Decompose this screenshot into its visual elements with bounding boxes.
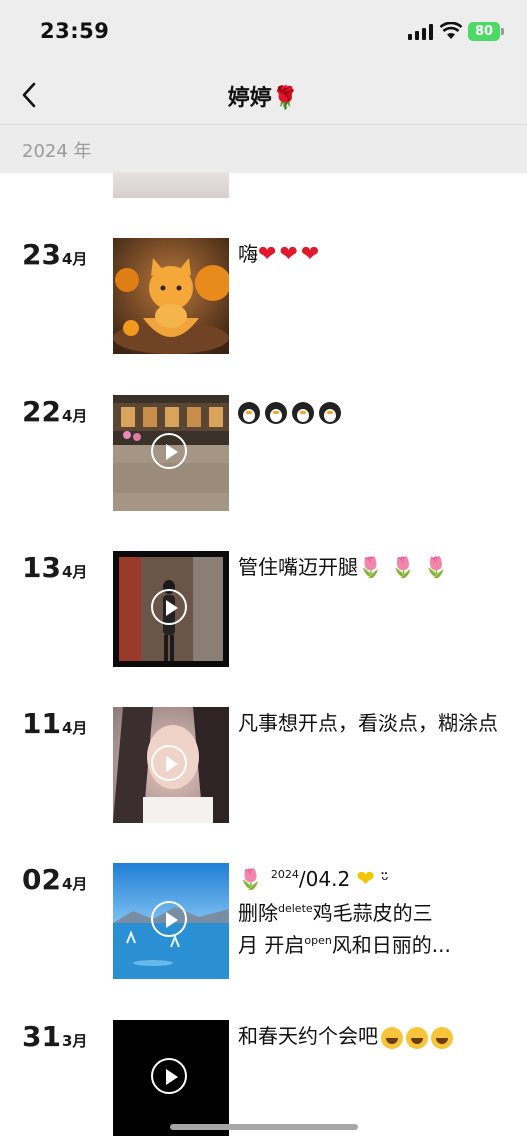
caption-text: 管住嘴迈开腿: [238, 555, 358, 579]
post-caption: 🌷 2024/04.2 ❤ ᵕ̈ 删除delete鸡毛蒜皮的三 月 开启open风…: [238, 863, 508, 961]
year-header: 2024 年: [0, 124, 527, 173]
page-title-text: 婷婷: [227, 86, 272, 111]
previous-post-thumbnail[interactable]: [113, 172, 229, 198]
feed-post: 024月 🌷 2024/04.2 ❤ ᵕ̈ 删除delete鸡毛蒜皮的三 月 开…: [0, 863, 527, 981]
tulip-emoji-icon: 🌷: [423, 555, 449, 579]
post-month: 4月: [61, 875, 88, 893]
tulip-emoji-icon: 🌷: [358, 555, 383, 579]
post-caption: 嗨❤ ❤ ❤: [238, 238, 508, 271]
post-month: 4月: [61, 250, 88, 268]
post-month: 4月: [61, 407, 88, 425]
red-heart-icon: ❤: [300, 242, 320, 267]
home-indicator[interactable]: [170, 1124, 358, 1130]
caption-line-1: 🌷 2024/04.2 ❤ ᵕ̈: [238, 863, 508, 897]
feed-post: 114月 凡事想开点，看淡点，糊涂点: [0, 707, 527, 825]
caption-text: 凡事想开点，看淡点，糊涂点: [238, 711, 498, 735]
caption-line-3: 月 开启open风和日丽的...: [238, 929, 508, 961]
caption-text: 风和日丽的...: [331, 933, 451, 957]
battery-icon: 80: [468, 22, 500, 41]
feed-post: 134月 管住嘴迈开腿🌷 🌷 🌷: [0, 551, 527, 669]
page-title: 婷婷🌹: [0, 80, 527, 112]
play-icon: [151, 745, 187, 781]
post-day: 31: [22, 1020, 61, 1053]
post-day: 13: [22, 551, 61, 584]
caption-text: 删除: [238, 901, 278, 925]
post-day: 23: [22, 238, 61, 271]
yellow-heart-icon: ❤: [356, 867, 375, 892]
caption-text: 嗨: [238, 242, 258, 266]
red-heart-icon: ❤: [258, 242, 277, 267]
feed-post: 313月 和春天约个会吧: [0, 1020, 527, 1138]
caption-text: 和春天约个会吧: [238, 1024, 378, 1048]
tulip-emoji-icon: 🌷: [238, 867, 263, 891]
penguin-emoji-icon: [319, 401, 341, 424]
post-day: 02: [22, 863, 61, 896]
post-month: 3月: [61, 1032, 88, 1050]
post-caption: [238, 395, 508, 427]
post-day: 11: [22, 707, 61, 740]
penguin-emoji-icon: [292, 401, 314, 424]
post-date: 134月: [22, 551, 87, 584]
post-date: 313月: [22, 1020, 87, 1053]
caption-superscript: open: [304, 934, 332, 947]
tulip-emoji-icon: 🌷: [390, 555, 416, 579]
wifi-icon: [440, 22, 462, 39]
post-date: 114月: [22, 707, 87, 740]
caption-superscript: delete: [278, 902, 313, 915]
post-video-thumbnail[interactable]: [113, 395, 229, 511]
red-heart-icon: ❤: [279, 242, 298, 267]
caption-date-year: 2024: [270, 868, 299, 881]
post-date: 224月: [22, 395, 87, 428]
post-month: 4月: [61, 563, 88, 581]
back-button[interactable]: [16, 78, 46, 112]
post-caption: 管住嘴迈开腿🌷 🌷 🌷: [238, 551, 508, 583]
caption-date-rest: /04.2: [298, 867, 351, 891]
feed-post: 224月: [0, 395, 527, 513]
post-video-thumbnail[interactable]: [113, 863, 229, 979]
status-bar: 23:59 80: [0, 0, 527, 66]
year-label: 2024 年: [22, 141, 92, 162]
laughing-emoji-icon: [381, 1026, 403, 1049]
laughing-emoji-icon: [406, 1026, 428, 1049]
play-icon: [151, 589, 187, 625]
post-date: 234月: [22, 238, 87, 271]
play-icon: [151, 1058, 187, 1094]
status-time: 23:59: [40, 19, 110, 43]
cellular-signal-icon: [408, 24, 433, 40]
post-caption: 凡事想开点，看淡点，糊涂点: [238, 707, 508, 739]
cat-orange-image: [113, 238, 229, 354]
laughing-emoji-icon: [431, 1026, 453, 1049]
rose-emoji: 🌹: [271, 86, 300, 111]
caption-line-2: 删除delete鸡毛蒜皮的三: [238, 897, 508, 929]
post-thumbnail[interactable]: [113, 238, 229, 354]
smile-icon: ᵕ̈: [381, 870, 389, 891]
penguin-emoji-icon: [238, 401, 260, 424]
post-video-thumbnail[interactable]: [113, 1020, 229, 1136]
feed-post: 234月 嗨❤ ❤ ❤: [0, 238, 527, 356]
nav-bar: 婷婷🌹: [0, 66, 527, 124]
play-icon: [151, 433, 187, 469]
caption-text: 月 开启: [238, 933, 305, 957]
play-icon: [151, 901, 187, 937]
post-video-thumbnail[interactable]: [113, 707, 229, 823]
post-day: 22: [22, 395, 61, 428]
caption-text: 鸡毛蒜皮的三: [312, 901, 433, 925]
post-month: 4月: [61, 719, 88, 737]
penguin-emoji-icon: [265, 401, 287, 424]
post-video-thumbnail[interactable]: [113, 551, 229, 667]
post-date: 024月: [22, 863, 87, 896]
battery-level: 80: [474, 24, 494, 39]
battery-tip: [501, 28, 504, 35]
post-caption: 和春天约个会吧: [238, 1020, 508, 1052]
